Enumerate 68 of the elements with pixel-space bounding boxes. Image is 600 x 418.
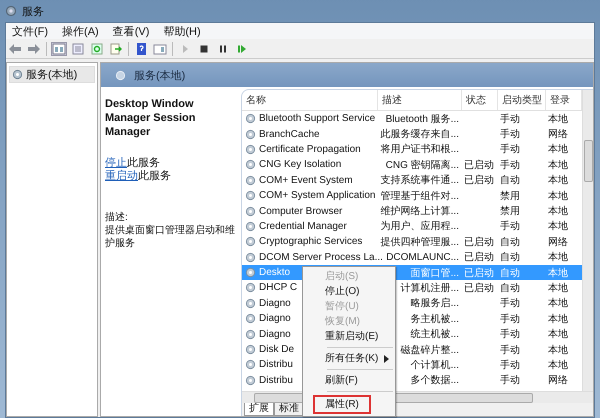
- startup-type-cell-text: 手动: [499, 112, 521, 126]
- startup-type-cell-text: 手动: [499, 312, 521, 326]
- status-cell-text: 已启动: [463, 174, 495, 188]
- status-cell: 已启动: [462, 264, 498, 280]
- logon-cell-text: 本地: [547, 112, 569, 126]
- status-cell-text: 已启动: [463, 282, 495, 296]
- description-cell-text: 略服务启...: [410, 296, 459, 310]
- startup-type-cell-text: 自动: [499, 174, 521, 188]
- logon-cell-text: 本地: [547, 158, 569, 173]
- service-name: Desktop Window Manager Session Manager: [105, 97, 196, 139]
- logon-cell-text: 网络: [547, 236, 569, 250]
- startup-type-cell-text: 禁用: [499, 204, 521, 219]
- description-cell-text: 面窗口管...: [410, 266, 459, 280]
- description-cell-text: Bluetooth 服务...: [386, 112, 459, 126]
- description-cell-text: 提供四种管理服...: [380, 236, 459, 249]
- status-cell-text: 已启动: [463, 158, 495, 173]
- logon-cell-text: 本地: [547, 296, 569, 312]
- logon-cell-text: 本地: [547, 220, 569, 234]
- logon-cell-text: 本地: [547, 250, 569, 265]
- logon-cell-text: 本地: [547, 328, 569, 342]
- logon-cell-text: 本地: [547, 312, 569, 326]
- description-cell-text: 个计算机...: [410, 358, 459, 372]
- description-cell-text: CNG 密钥隔离...: [386, 158, 459, 172]
- logon-cell-text: 本地: [547, 282, 569, 296]
- startup-type-cell-text: 自动: [499, 236, 521, 250]
- startup-type-cell-text: 手动: [499, 374, 521, 388]
- logon-cell-text: 本地: [547, 174, 569, 188]
- logon-cell-text: 网络: [547, 374, 569, 388]
- description-cell-text: 管理基于组件对...: [380, 190, 459, 203]
- logon-cell-text: 本地: [547, 358, 569, 373]
- startup-type-cell: 自动: [498, 264, 546, 280]
- startup-type-cell-text: 手动: [499, 128, 521, 142]
- description-cell-text: 磁盘碎片整...: [400, 344, 459, 357]
- startup-type-cell-text: 手动: [499, 344, 521, 358]
- description-label: 描述:: [105, 211, 129, 224]
- startup-type-cell-text: 禁用: [499, 190, 521, 204]
- logon-cell-text: 本地: [547, 344, 569, 358]
- action-text: 重启动此服务: [105, 170, 172, 183]
- tree-item-label: 服务(本地): [26, 68, 78, 82]
- description-cell: DCOMLAUNC...: [386, 252, 459, 263]
- startup-type-cell-text: 手动: [499, 158, 521, 173]
- window-title: 服务: [22, 4, 44, 18]
- action-text: 停止此服务: [105, 157, 161, 170]
- description-cell-text: 支持系统事件通...: [380, 174, 459, 188]
- pane-title: 服务(本地): [134, 68, 186, 82]
- startup-type-cell-text: 手动: [499, 220, 521, 234]
- logon-cell-text: 本地: [547, 190, 569, 204]
- description-cell-text: 统主机被...: [410, 328, 459, 342]
- description-cell-text: 计算机注册...: [400, 282, 459, 295]
- startup-type-cell-text: 手动: [499, 142, 521, 158]
- description-cell-text: 多个数据...: [410, 374, 459, 388]
- description-cell-text: 将用户证书和根...: [380, 142, 459, 156]
- description-cell-text: 为用户、应用程...: [380, 220, 459, 234]
- startup-type-cell-text: 手动: [499, 328, 521, 342]
- description-cell-text: 此服务缓存来自...: [380, 128, 459, 142]
- logon-cell-text: 网络: [547, 128, 569, 142]
- description-cell-text: 务主机被...: [410, 312, 459, 326]
- startup-type-cell-text: 自动: [499, 282, 521, 296]
- logon-cell-text: 本地: [547, 204, 569, 219]
- status-cell-text: 已启动: [463, 250, 495, 265]
- description-cell-text: 维护网络上计算...: [380, 204, 459, 218]
- description-text: 提供桌面窗口管理器启动和维护服务: [105, 224, 236, 250]
- logon-cell-text: 本地: [547, 142, 569, 158]
- startup-type-cell-text: 手动: [499, 358, 521, 373]
- startup-type-cell-text: 自动: [499, 251, 521, 265]
- logon-cell: 本地: [546, 264, 582, 280]
- status-cell-text: 已启动: [463, 236, 495, 250]
- startup-type-cell-text: 手动: [499, 296, 521, 312]
